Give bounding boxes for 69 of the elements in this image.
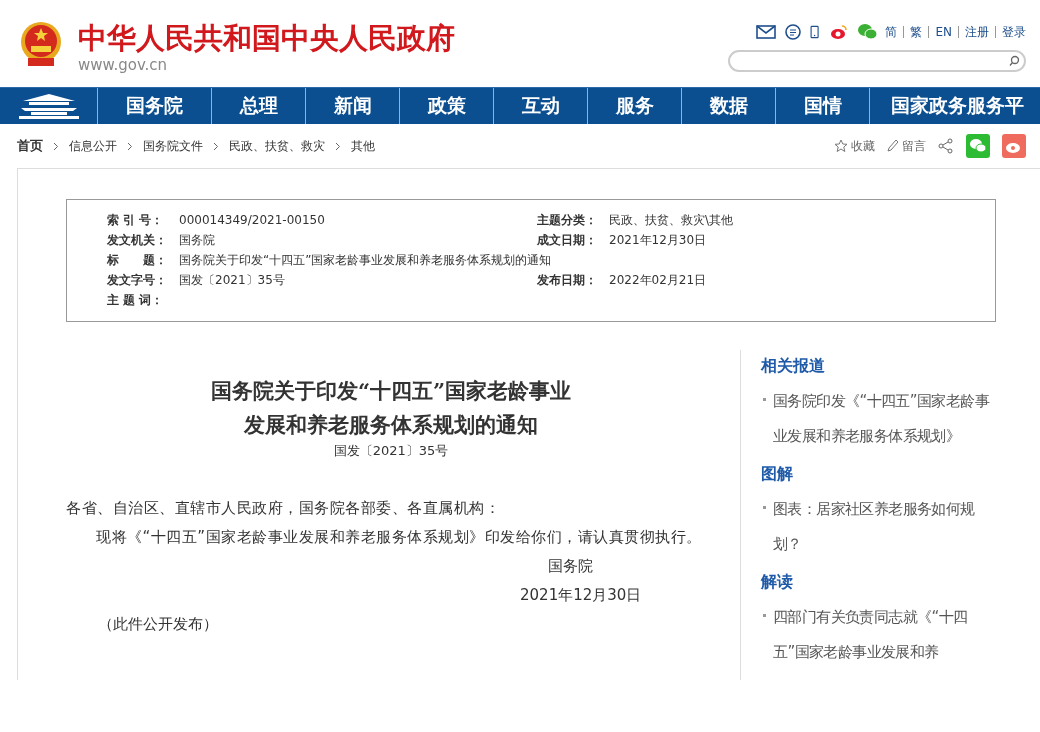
metadata-label: 索 引 号： xyxy=(107,212,165,229)
breadcrumb-link[interactable]: 首页 xyxy=(17,137,43,155)
nav-item[interactable]: 国情 xyxy=(776,88,870,124)
palace-icon[interactable] xyxy=(18,93,79,119)
header-link[interactable]: 简 xyxy=(885,23,898,41)
breadcrumb-link[interactable]: 信息公开 xyxy=(69,137,117,155)
share-icon[interactable] xyxy=(938,138,954,154)
metadata-label: 成文日期： xyxy=(537,232,598,249)
breadcrumb-link[interactable]: 民政、扶贫、救灾 xyxy=(229,137,325,155)
sidebar-link[interactable]: 图表：居家社区养老服务如何规划？ xyxy=(761,492,993,562)
header-link[interactable]: 注册 xyxy=(965,23,989,41)
sidebar-heading: 相关报道 xyxy=(761,356,826,376)
metadata-value: 国务院 xyxy=(179,232,216,249)
body-paragraph: 现将《“十四五”国家老龄事业发展和养老服务体系规划》印发给你们，请认真贯彻执行。 xyxy=(95,527,703,548)
metadata-value: 民政、扶贫、救灾\其他 xyxy=(609,212,735,229)
signing-date: 2021年12月30日 xyxy=(519,585,643,606)
sidebar-heading: 图解 xyxy=(761,464,794,484)
chevron-icon xyxy=(335,141,341,151)
nav-item[interactable]: 总理 xyxy=(212,88,306,124)
header-link[interactable]: 登录 xyxy=(1002,23,1026,41)
signer: 国务院 xyxy=(547,556,594,577)
nav-item[interactable]: 互动 xyxy=(494,88,588,124)
wechat-share-button[interactable] xyxy=(966,134,990,158)
weibo-icon[interactable] xyxy=(829,22,850,42)
sidebar-link[interactable]: 四部门有关负责同志就《“十四五”国家老龄事业发展和养 xyxy=(761,600,993,670)
nav-item[interactable]: 新闻 xyxy=(306,88,400,124)
metadata-value: 2021年12月30日 xyxy=(609,232,708,249)
nav-item[interactable]: 国家政务服务平 xyxy=(870,88,1040,124)
metadata-label: 发文机关： xyxy=(107,232,168,249)
breadcrumb-link[interactable]: 其他 xyxy=(351,137,375,155)
chevron-icon xyxy=(127,141,133,151)
header-link[interactable]: 繁 xyxy=(910,23,923,41)
metadata-value: 国发〔2021〕35号 xyxy=(179,272,286,289)
chevron-icon xyxy=(53,141,59,151)
document-number: 国发〔2021〕35号 xyxy=(332,442,450,460)
metadata-label: 标 题： xyxy=(107,252,168,269)
mail-icon[interactable] xyxy=(755,22,778,42)
publication-note: （此件公开发布） xyxy=(97,614,219,635)
site-title: 中华人民共和国中央人民政府 xyxy=(78,20,455,56)
chat-icon[interactable] xyxy=(783,22,804,42)
wechat-icon[interactable] xyxy=(855,22,880,42)
sidebar-heading: 解读 xyxy=(761,572,794,592)
wechat-icon xyxy=(969,138,987,154)
header-link[interactable]: EN xyxy=(935,25,952,39)
metadata-value: 国务院关于印发“十四五”国家老龄事业发展和养老服务体系规划的通知 xyxy=(179,252,552,269)
article-title: 国务院关于印发“十四五”国家老龄事业 发展和养老服务体系规划的通知 xyxy=(209,377,573,439)
metadata-value: 2022年02月21日 xyxy=(609,272,708,289)
national-emblem-icon xyxy=(18,20,64,68)
sidebar-link[interactable]: 国务院印发《“十四五”国家老龄事业发展和养老服务体系规划》 xyxy=(761,384,993,454)
search-icon[interactable] xyxy=(1008,55,1020,67)
search-field[interactable] xyxy=(728,50,1026,72)
nav-item[interactable]: 数据 xyxy=(682,88,776,124)
nav-item[interactable]: 政策 xyxy=(400,88,494,124)
weibo-share-button[interactable] xyxy=(1002,134,1026,158)
metadata-label: 发布日期： xyxy=(537,272,598,289)
comment-link[interactable]: 留言 xyxy=(887,137,926,155)
favorite-link[interactable]: 收藏 xyxy=(834,137,875,155)
metadata-value: 000014349/2021-00150 xyxy=(179,212,326,229)
metadata-label: 主题分类： xyxy=(537,212,598,229)
metadata-label: 主 题 词： xyxy=(107,292,165,309)
salutation: 各省、自治区、直辖市人民政府，国务院各部委、各直属机构： xyxy=(66,498,501,519)
nav-item[interactable]: 服务 xyxy=(588,88,682,124)
star-icon xyxy=(834,139,848,153)
site-url: www.gov.cn xyxy=(78,56,169,74)
breadcrumb-link[interactable]: 国务院文件 xyxy=(143,137,203,155)
pencil-icon xyxy=(887,139,899,153)
chevron-icon xyxy=(213,141,219,151)
metadata-label: 发文字号： xyxy=(107,272,168,289)
nav-item[interactable]: 国务院 xyxy=(98,88,212,124)
